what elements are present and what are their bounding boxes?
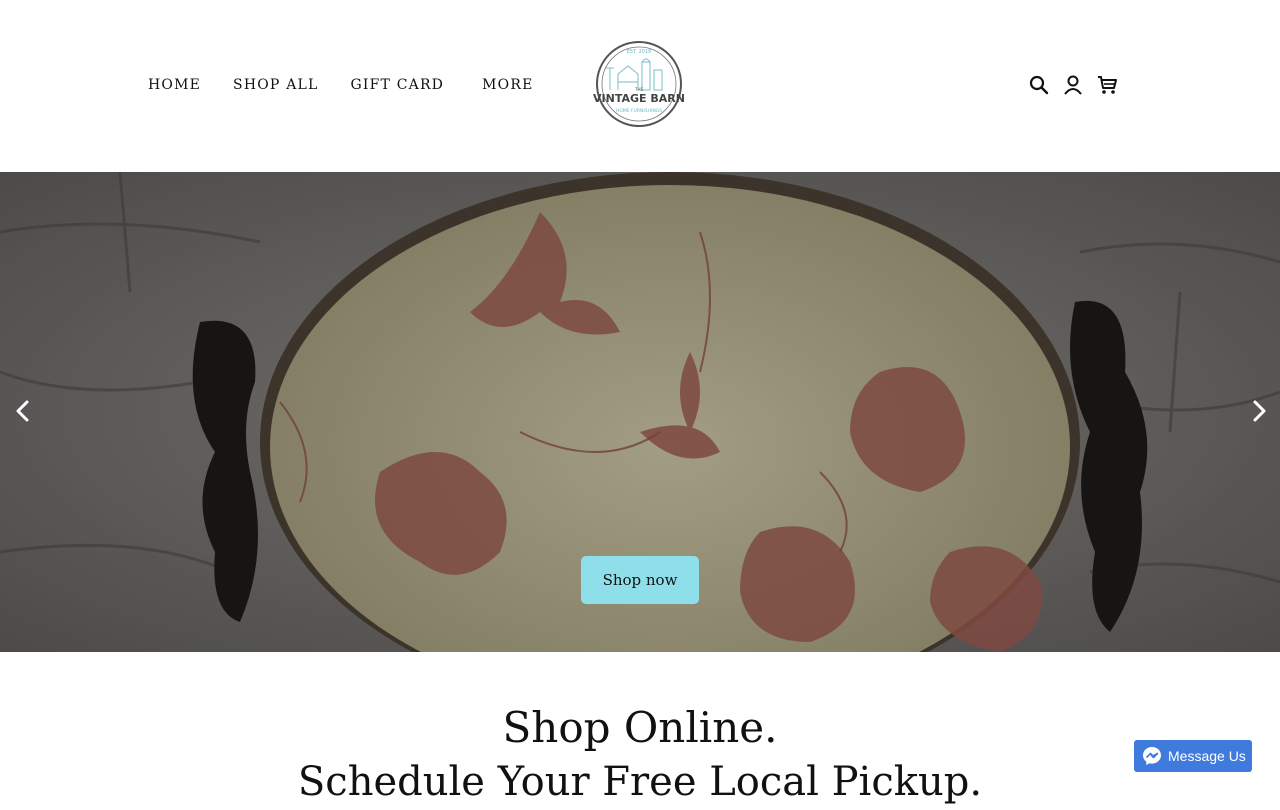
messenger-icon [1143, 747, 1161, 765]
logo-sub-text: HOME FURNISHINGS [616, 108, 662, 114]
nav-shop-all[interactable]: SHOP ALL [233, 76, 318, 94]
chevron-left-icon [16, 400, 29, 422]
nav-more[interactable]: MORE [482, 76, 533, 94]
search-icon[interactable] [1028, 74, 1050, 96]
nav-home[interactable]: HOME [148, 76, 201, 94]
chevron-right-icon [1253, 400, 1266, 422]
account-icon[interactable] [1062, 74, 1084, 96]
slideshow-prev-arrow[interactable] [10, 398, 36, 424]
message-us-button[interactable]: Message Us [1134, 740, 1252, 772]
site-logo[interactable]: EST. 2018 THE VINTAGE BARN HOME FURNISHI… [588, 40, 690, 128]
header-icons [1028, 74, 1130, 96]
vintage-barn-logo: EST. 2018 THE VINTAGE BARN HOME FURNISHI… [593, 41, 685, 127]
slideshow-next-arrow[interactable] [1246, 398, 1272, 424]
logo-name-text: VINTAGE BARN [593, 92, 685, 105]
tagline-line-2: Schedule Your Free Local Pickup. [297, 759, 983, 805]
main-nav: HOME SHOP ALL GIFT CARD MORE [148, 76, 565, 94]
logo-est-text: EST. 2018 [627, 49, 652, 55]
cart-icon[interactable] [1096, 74, 1118, 96]
nav-gift-card[interactable]: GIFT CARD [351, 76, 445, 94]
site-header: HOME SHOP ALL GIFT CARD MORE EST. 2018 T… [0, 0, 1280, 172]
tagline-line-1: Shop Online. [502, 703, 778, 752]
shop-now-button[interactable]: Shop now [581, 556, 699, 604]
message-us-label: Message Us [1168, 748, 1246, 764]
